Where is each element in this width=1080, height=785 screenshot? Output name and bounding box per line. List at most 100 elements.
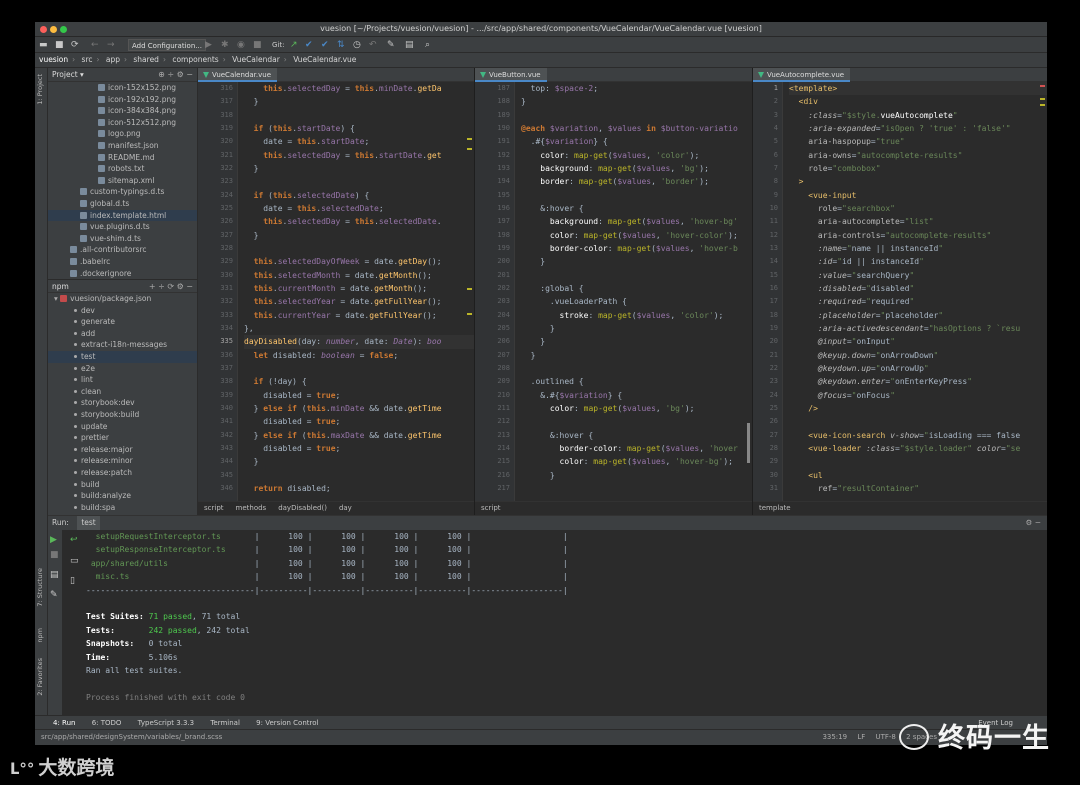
code-line[interactable]: role="searchbox" [789, 202, 1047, 215]
hide-icon[interactable]: − [186, 282, 193, 291]
todo-tool-tab[interactable]: 6: TODO [92, 719, 122, 727]
npm-script-item[interactable]: storybook:dev [48, 397, 197, 409]
code-line[interactable]: .outlined { [521, 375, 752, 388]
code-line[interactable]: @focus="onFocus" [789, 389, 1047, 402]
code-line[interactable]: } [521, 335, 752, 348]
code-line[interactable]: <ul [789, 469, 1047, 482]
git-update-icon[interactable]: ↗ [290, 39, 298, 51]
npm-package[interactable]: ▾ vuesion/package.json [48, 293, 197, 305]
trash-icon[interactable]: ▯ [70, 576, 75, 586]
code-line[interactable]: aria-haspopup="true" [789, 135, 1047, 148]
code-line[interactable]: aria-controls="autocomplete-results" [789, 229, 1047, 242]
code-line[interactable]: }, [244, 322, 474, 335]
hide-icon[interactable]: − [1035, 518, 1041, 527]
code-line[interactable]: :aria-activedescendant="hasOptions ? `re… [789, 322, 1047, 335]
code-line[interactable]: .vueLoaderPath { [521, 295, 752, 308]
editor-tab[interactable]: VueCalendar.vue [198, 68, 278, 82]
editor-breadcrumb-item[interactable]: day [339, 504, 352, 512]
file-tree-item[interactable]: global.d.ts [48, 198, 197, 210]
file-tree-item[interactable]: icon-192x192.png [48, 94, 197, 106]
code-line[interactable] [244, 109, 474, 122]
code-line[interactable] [244, 469, 474, 482]
run-tool-tab[interactable]: 4: Run [53, 719, 75, 727]
code-line[interactable]: :placeholder="placeholder" [789, 309, 1047, 322]
locate-icon[interactable]: ⊕ [158, 70, 165, 79]
code-line[interactable]: <vue-input [789, 189, 1047, 202]
code-line[interactable]: border-color: map-get($values, 'hover [521, 442, 752, 455]
npm-script-item[interactable]: generate [48, 316, 197, 328]
npm-script-item[interactable]: add [48, 328, 197, 340]
code-line[interactable]: return disabled; [244, 482, 474, 495]
breadcrumb-item[interactable]: VueCalendar.vue [293, 55, 356, 64]
code-line[interactable] [521, 109, 752, 122]
file-tree-item[interactable]: manifest.json [48, 140, 197, 152]
git-compare-icon[interactable]: ⇅ [337, 39, 345, 51]
git-commit-icon[interactable]: ✔ [305, 39, 313, 51]
editor-tab[interactable]: VueAutocomplete.vue [753, 68, 851, 82]
code-area[interactable]: this.selectedDay = this.minDate.getDa } … [244, 82, 474, 501]
project-tool-tab[interactable]: 1: Project [36, 74, 47, 105]
code-line[interactable] [521, 482, 752, 495]
file-tree-item[interactable]: .babelrc [48, 256, 197, 268]
run-console-output[interactable]: setupRequestInterceptor.ts | 100 | 100 |… [86, 530, 1047, 715]
code-line[interactable]: :aria-expanded="isOpen ? 'true' : 'false… [789, 122, 1047, 135]
code-line[interactable]: &:hover { [521, 202, 752, 215]
code-line[interactable]: this.selectedDay = this.selectedDate. [244, 215, 474, 228]
code-line[interactable]: :global { [521, 282, 752, 295]
file-tree-item[interactable]: .all-contributorsrc [48, 244, 197, 256]
code-line[interactable]: } [521, 95, 752, 108]
breadcrumb-item[interactable]: VueCalendar [232, 55, 280, 64]
npm-script-item[interactable]: build:spa [48, 502, 197, 514]
code-line[interactable]: date = this.selectedDate; [244, 202, 474, 215]
npm-script-item[interactable]: update [48, 421, 197, 433]
coverage-icon[interactable]: ◉ [237, 39, 245, 51]
code-line[interactable]: this.selectedDay = this.minDate.getDa [244, 82, 474, 95]
code-line[interactable]: } else if (this.minDate && date.getTime [244, 402, 474, 415]
code-line[interactable]: @input="onInput" [789, 335, 1047, 348]
code-line[interactable]: &.#{$variation} { [521, 389, 752, 402]
code-line[interactable]: color: map-get($values, 'hover-bg'); [521, 455, 752, 468]
code-line[interactable]: disabled = true; [244, 389, 474, 402]
file-tree-item[interactable]: sitemap.xml [48, 175, 197, 187]
version-control-tool-tab[interactable]: 9: Version Control [256, 719, 318, 727]
collapse-all-icon[interactable]: ÷ [158, 282, 165, 291]
wrench-icon[interactable]: ✎ [387, 39, 395, 51]
npm-script-item[interactable]: e2e [48, 363, 197, 375]
open-folder-icon[interactable]: ▬ [39, 39, 48, 51]
code-line[interactable]: border: map-get($values, 'border'); [521, 175, 752, 188]
rerun-icon[interactable]: ▶ [50, 535, 57, 545]
file-tree-item[interactable]: icon-384x384.png [48, 105, 197, 117]
code-line[interactable]: color: map-get($values, 'bg'); [521, 402, 752, 415]
editor-breadcrumb-item[interactable]: methods [236, 504, 267, 512]
run-tab[interactable]: test [77, 516, 100, 530]
gear-icon[interactable]: ⚙ [1026, 518, 1033, 527]
code-line[interactable]: this.currentMonth = date.getMonth(); [244, 282, 474, 295]
print-icon[interactable]: ▭ [70, 556, 79, 566]
code-line[interactable]: this.selectedDayOfWeek = date.getDay(); [244, 255, 474, 268]
line-ending[interactable]: LF [857, 733, 865, 741]
code-line[interactable]: } [244, 455, 474, 468]
npm-script-item[interactable]: storybook:build [48, 409, 197, 421]
sync-icon[interactable]: ⟳ [71, 39, 79, 51]
gear-icon[interactable]: ⚙ [177, 70, 184, 79]
code-line[interactable]: border-color: map-get($values, 'hover-b [521, 242, 752, 255]
git-push-icon[interactable]: ✔ [321, 39, 329, 51]
code-line[interactable]: <vue-loader :class="$style.loader" color… [789, 442, 1047, 455]
npm-script-item[interactable]: release:major [48, 444, 197, 456]
typescript-tool-tab[interactable]: TypeScript 3.3.3 [138, 719, 194, 727]
code-line[interactable]: role="combobox" [789, 162, 1047, 175]
file-tree-item[interactable]: custom-typings.d.ts [48, 186, 197, 198]
code-line[interactable]: <div [789, 95, 1047, 108]
structure-icon[interactable]: ▤ [405, 39, 414, 51]
hide-icon[interactable]: − [186, 70, 193, 79]
code-line[interactable]: @keydown.enter="onEnterKeyPress" [789, 375, 1047, 388]
code-line[interactable]: dayDisabled(day: number, date: Date): bo… [244, 335, 474, 349]
back-icon[interactable]: ← [91, 39, 99, 51]
code-line[interactable] [244, 175, 474, 188]
npm-script-item[interactable]: clean [48, 386, 197, 398]
npm-tool-tab[interactable]: npm [36, 628, 47, 643]
code-line[interactable]: top: $space-2; [521, 82, 752, 95]
gear-icon[interactable]: ⚙ [177, 282, 184, 291]
history-icon[interactable]: ◷ [353, 39, 361, 51]
favorites-tool-tab[interactable]: 2: Favorites [36, 658, 47, 696]
